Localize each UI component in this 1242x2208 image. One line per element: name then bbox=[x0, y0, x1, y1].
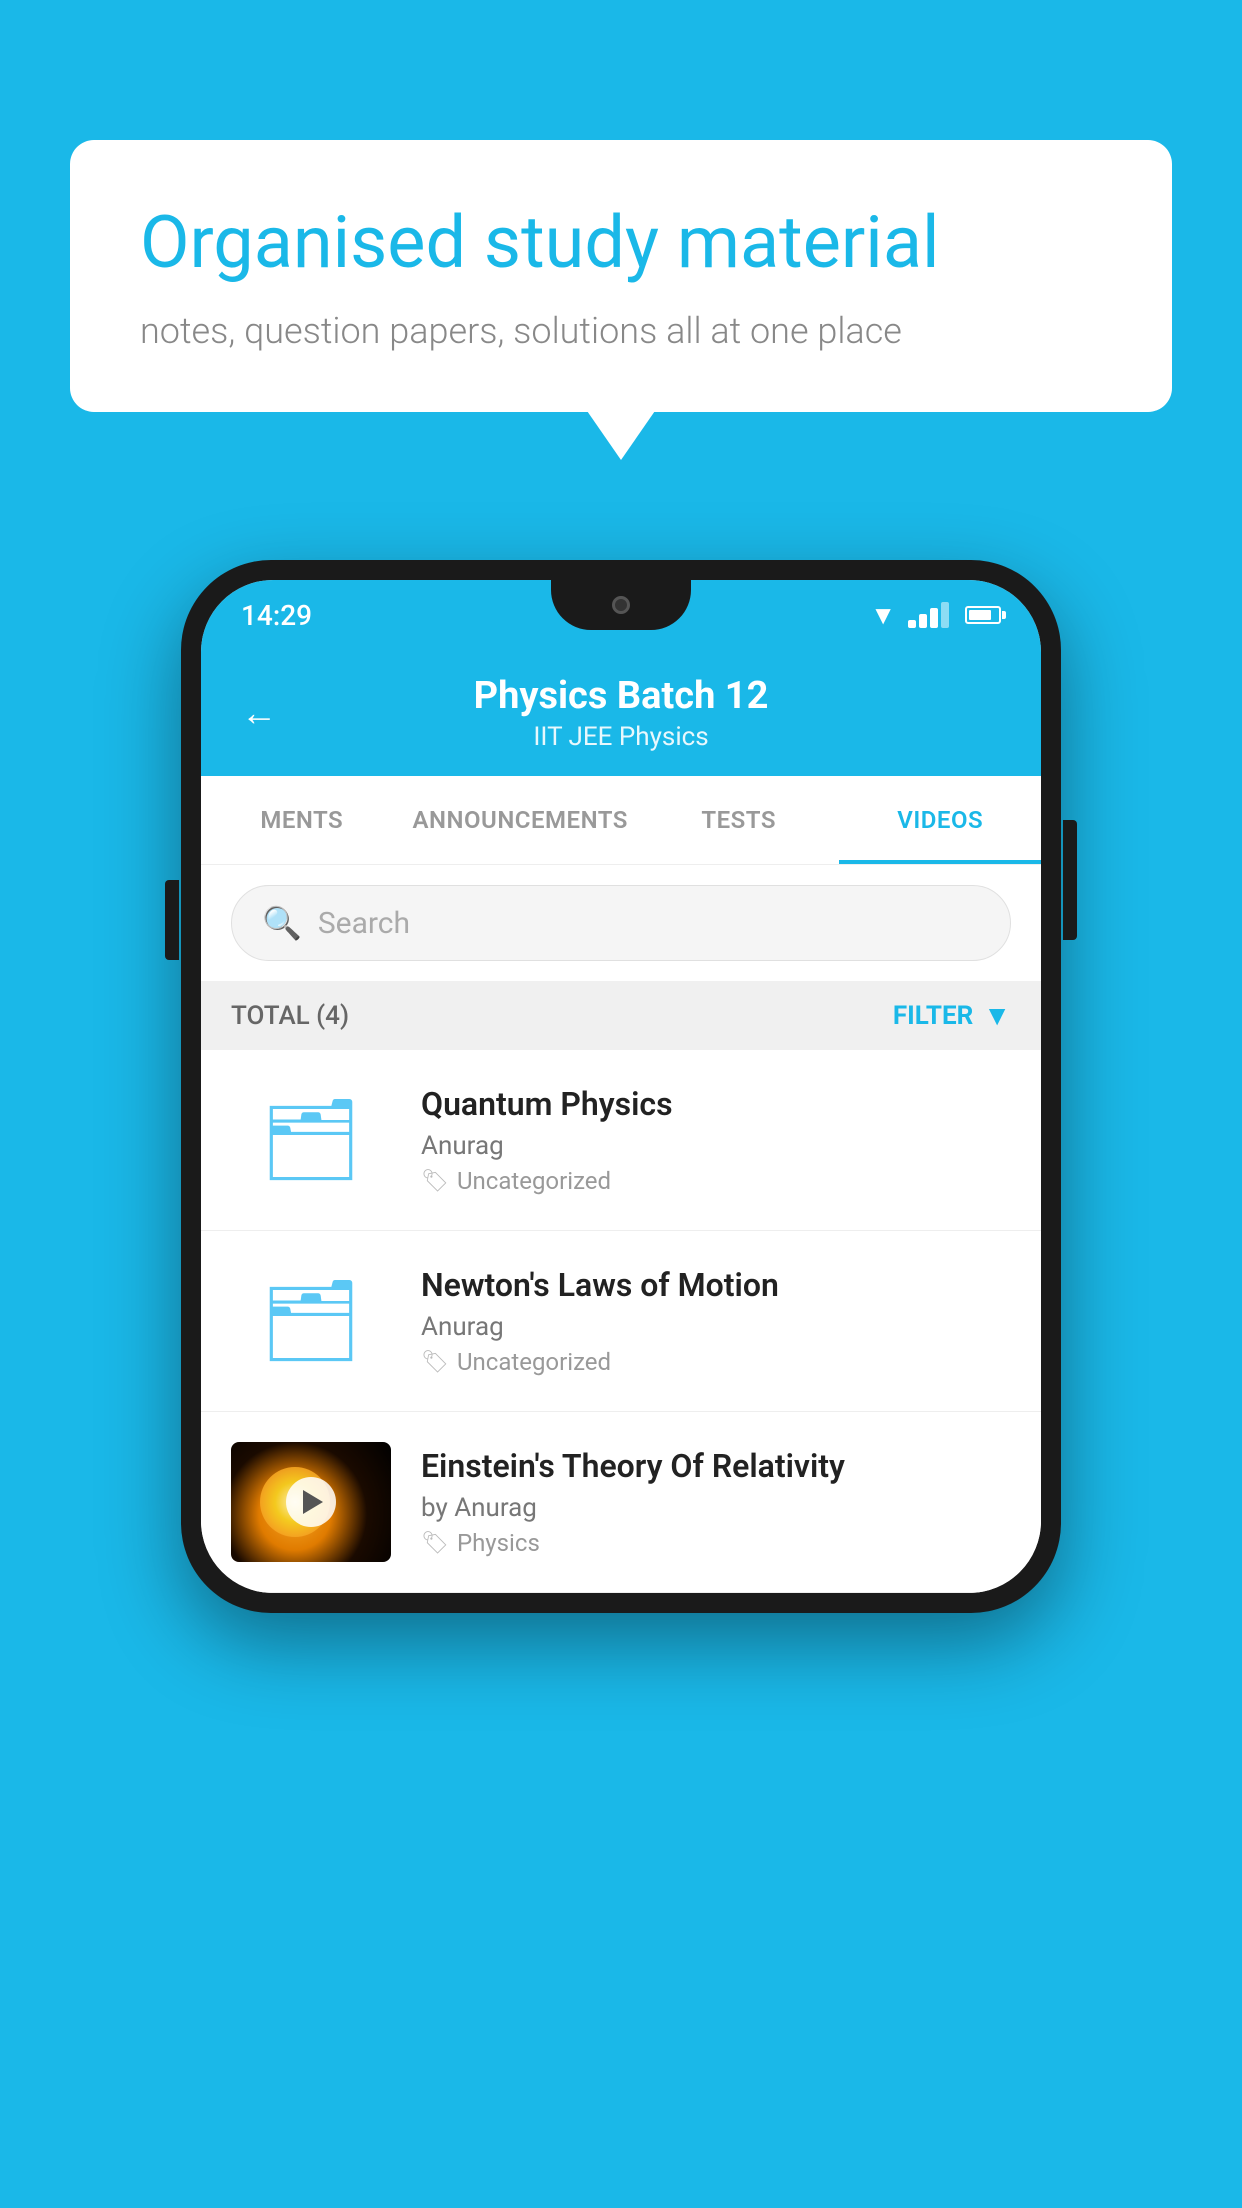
header-title: Physics Batch 12 bbox=[307, 674, 935, 718]
search-bar[interactable]: 🔍 Search bbox=[231, 885, 1011, 961]
subtitle-text: notes, question papers, solutions all at… bbox=[140, 310, 1102, 352]
folder-thumbnail-2: 🗂 bbox=[231, 1261, 391, 1381]
play-button-overlay[interactable] bbox=[286, 1477, 336, 1527]
video-title-3: Einstein's Theory Of Relativity bbox=[421, 1447, 1011, 1485]
speech-bubble-section: Organised study material notes, question… bbox=[70, 140, 1172, 412]
search-container: 🔍 Search bbox=[201, 865, 1041, 981]
battery-icon bbox=[965, 606, 1001, 624]
filter-funnel-icon: ▼ bbox=[983, 999, 1011, 1032]
folder-icon-wrap-2: 🗂 bbox=[260, 1274, 362, 1368]
camera-dot bbox=[612, 596, 630, 614]
folder-thumbnail-1: 🗂 bbox=[231, 1080, 391, 1200]
folder-icon: 🗂 bbox=[260, 1093, 362, 1187]
tab-announcements[interactable]: ANNOUNCEMENTS bbox=[403, 776, 638, 864]
speech-bubble-card: Organised study material notes, question… bbox=[70, 140, 1172, 412]
tab-ments[interactable]: MENTS bbox=[201, 776, 403, 864]
tab-tests[interactable]: TESTS bbox=[638, 776, 840, 864]
video-list: 🗂 Quantum Physics Anurag 🏷 Uncategorized bbox=[201, 1050, 1041, 1593]
list-item[interactable]: Einstein's Theory Of Relativity by Anura… bbox=[201, 1412, 1041, 1593]
video-tag-2: 🏷 Uncategorized bbox=[421, 1348, 1011, 1376]
search-icon: 🔍 bbox=[262, 904, 302, 942]
status-bar: 14:29 ▼ bbox=[201, 580, 1041, 650]
header-title-area: Physics Batch 12 IIT JEE Physics bbox=[307, 674, 935, 752]
header-subtitle: IIT JEE Physics bbox=[307, 722, 935, 752]
tag-icon-2: 🏷 bbox=[421, 1350, 449, 1375]
play-triangle-icon bbox=[303, 1490, 323, 1514]
phone-wrapper: 14:29 ▼ bbox=[181, 560, 1061, 1613]
filter-button[interactable]: FILTER ▼ bbox=[893, 999, 1011, 1032]
headline-text: Organised study material bbox=[140, 200, 1102, 286]
tag-icon-1: 🏷 bbox=[421, 1169, 449, 1194]
notch bbox=[551, 580, 691, 630]
phone-frame: 14:29 ▼ bbox=[181, 560, 1061, 1613]
video-author-2: Anurag bbox=[421, 1312, 1011, 1342]
app-header: ← Physics Batch 12 IIT JEE Physics bbox=[201, 650, 1041, 776]
video-title-2: Newton's Laws of Motion bbox=[421, 1266, 1011, 1304]
list-item[interactable]: 🗂 Quantum Physics Anurag 🏷 Uncategorized bbox=[201, 1050, 1041, 1231]
tab-videos[interactable]: VIDEOS bbox=[839, 776, 1041, 864]
video-thumbnail-3 bbox=[231, 1442, 391, 1562]
video-info-1: Quantum Physics Anurag 🏷 Uncategorized bbox=[421, 1085, 1011, 1195]
search-input[interactable]: Search bbox=[318, 906, 410, 941]
list-item[interactable]: 🗂 Newton's Laws of Motion Anurag 🏷 Uncat… bbox=[201, 1231, 1041, 1412]
folder-icon-wrap: 🗂 bbox=[260, 1093, 362, 1187]
back-button[interactable]: ← bbox=[241, 692, 277, 734]
status-icons: ▼ bbox=[870, 600, 1001, 631]
filter-row: TOTAL (4) FILTER ▼ bbox=[201, 981, 1041, 1050]
folder-icon-2: 🗂 bbox=[260, 1274, 362, 1368]
video-tag-1: 🏷 Uncategorized bbox=[421, 1167, 1011, 1195]
video-info-3: Einstein's Theory Of Relativity by Anura… bbox=[421, 1447, 1011, 1557]
status-time: 14:29 bbox=[241, 599, 312, 632]
video-title-1: Quantum Physics bbox=[421, 1085, 1011, 1123]
video-author-1: Anurag bbox=[421, 1131, 1011, 1161]
total-count-label: TOTAL (4) bbox=[231, 1001, 349, 1031]
phone-screen: 14:29 ▼ bbox=[201, 580, 1041, 1593]
tag-icon-3: 🏷 bbox=[421, 1531, 449, 1556]
video-info-2: Newton's Laws of Motion Anurag 🏷 Uncateg… bbox=[421, 1266, 1011, 1376]
video-author-3: by Anurag bbox=[421, 1493, 1011, 1523]
signal-icon bbox=[908, 602, 949, 628]
tabs-bar: MENTS ANNOUNCEMENTS TESTS VIDEOS bbox=[201, 776, 1041, 865]
video-tag-3: 🏷 Physics bbox=[421, 1529, 1011, 1557]
wifi-icon: ▼ bbox=[870, 600, 896, 631]
